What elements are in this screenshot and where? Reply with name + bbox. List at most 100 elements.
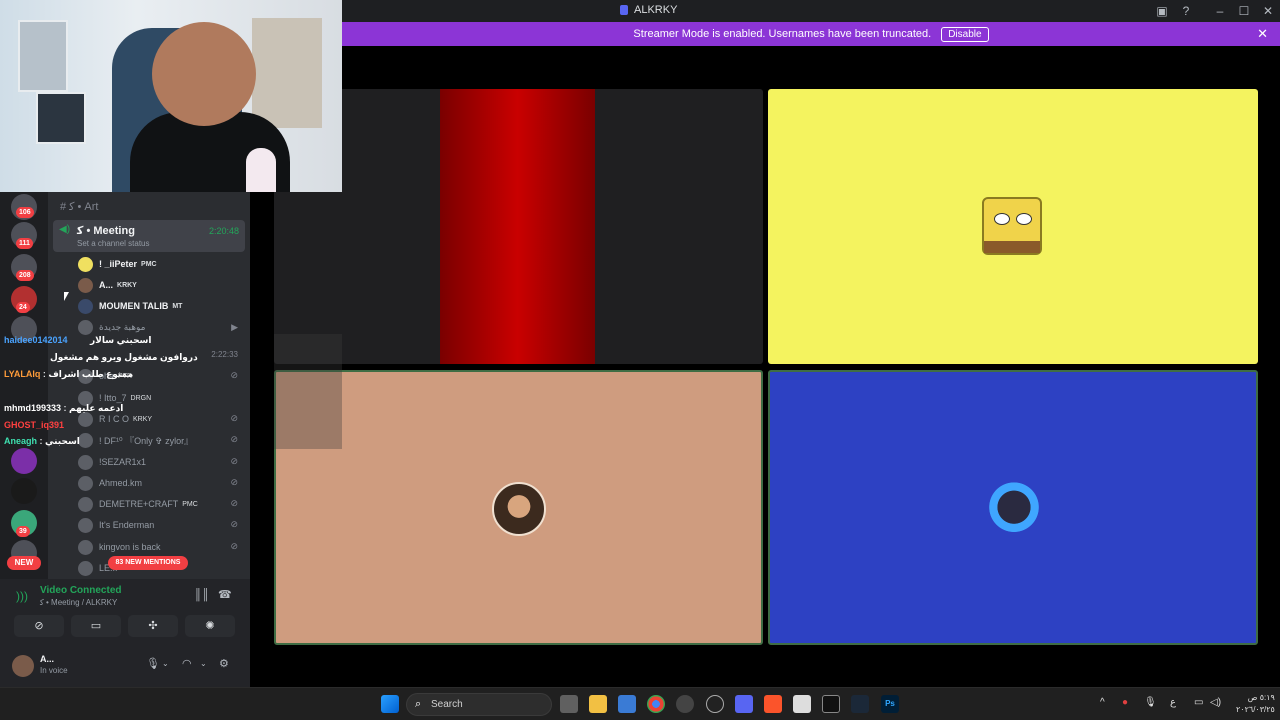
voice-user[interactable]: Ahmed.km xyxy=(78,473,142,493)
shared-screen-content xyxy=(440,89,595,364)
video-tile-anime-avatar[interactable] xyxy=(768,370,1258,645)
server-icon[interactable] xyxy=(11,478,37,504)
app-logo-icon xyxy=(620,5,628,15)
avatar xyxy=(78,517,93,533)
voice-user[interactable]: !SEZAR1x1 xyxy=(78,452,146,472)
windows-start-icon[interactable] xyxy=(381,695,399,713)
sponge-avatar-icon xyxy=(982,197,1042,255)
store-icon[interactable] xyxy=(618,695,636,713)
microphone-icon[interactable]: 🎙 xyxy=(146,657,160,670)
task-view-icon[interactable] xyxy=(560,695,578,713)
chevron-down-icon[interactable]: ⌄ xyxy=(200,659,207,668)
voice-user[interactable]: kingvon is back xyxy=(78,537,161,557)
network-icon[interactable]: ▭ xyxy=(1194,697,1203,708)
capcut-icon[interactable] xyxy=(822,695,840,713)
brave-icon[interactable] xyxy=(764,695,782,713)
windows-taskbar: ⌕ Search Ps ^ ● 🎙 ع ▭ ◁) ٥:١٩ ص ٢٠٢٦/٠٣/… xyxy=(0,687,1280,720)
window-title: ALKRKY xyxy=(620,4,677,16)
hash-icon: # xyxy=(60,201,70,213)
voice-user[interactable]: DEMETRE+CRAFT PMC xyxy=(78,494,198,514)
close-window-button[interactable]: ✕ xyxy=(1256,4,1280,18)
photoshop-icon[interactable]: Ps xyxy=(881,695,899,713)
chat-line: اسحبني سالار xyxy=(90,335,152,345)
background-shelf xyxy=(252,18,322,128)
app-icon[interactable] xyxy=(676,695,694,713)
soundboard-button[interactable]: ✺ xyxy=(185,615,235,637)
microphone-icon[interactable]: 🎙 xyxy=(1144,697,1157,708)
avatar xyxy=(492,482,546,536)
streamer-face xyxy=(152,22,256,126)
chat-line: mhmd199333 : ادعمه عليهم xyxy=(4,403,124,413)
avatar xyxy=(78,256,93,272)
channel-timer: 2:20:48 xyxy=(208,226,239,236)
avatar xyxy=(987,482,1041,538)
video-tile-screen-share[interactable] xyxy=(274,89,763,364)
gear-icon[interactable]: ⚙ xyxy=(219,657,229,670)
noise-suppression-icon[interactable]: ║║ xyxy=(194,589,210,601)
chat-line: Aneagh : اسحبني xyxy=(4,436,80,446)
voice-status-subtitle[interactable]: ﮐ • Meeting / ALKRKY xyxy=(40,598,117,607)
chrome-icon[interactable] xyxy=(647,695,665,713)
voice-status-title[interactable]: Video Connected xyxy=(40,585,122,596)
chat-line: GHOST_iq391 xyxy=(4,420,65,430)
inbox-icon[interactable]: ▣ xyxy=(1155,4,1169,18)
voice-user[interactable]: A... KRKY xyxy=(78,275,137,295)
mouse-cursor-icon xyxy=(64,292,69,301)
server-badge: 208 xyxy=(16,270,34,281)
video-tile-user-avatar[interactable] xyxy=(274,370,763,645)
deafened-icon: ⊘ xyxy=(230,477,238,487)
taskbar-search[interactable]: ⌕ Search xyxy=(406,693,552,716)
new-servers-pill[interactable]: NEW xyxy=(7,556,41,570)
steam-icon[interactable] xyxy=(851,695,869,713)
file-explorer-icon[interactable] xyxy=(589,695,607,713)
channel-art[interactable]: # ﮐ • Art xyxy=(60,200,98,213)
username[interactable]: A... xyxy=(40,654,54,664)
server-badge: 39 xyxy=(16,526,30,537)
chat-overlay-backdrop xyxy=(274,334,342,449)
app-icon[interactable] xyxy=(793,695,811,713)
maximize-button[interactable]: ☐ xyxy=(1232,4,1256,18)
server-badge: 24 xyxy=(16,302,30,313)
discord-icon[interactable] xyxy=(735,695,753,713)
channel-status[interactable]: Set a channel status xyxy=(77,239,150,248)
deafened-icon: ⊘ xyxy=(230,541,238,551)
screen-share-button[interactable]: ▭ xyxy=(71,615,121,637)
avatar xyxy=(78,496,93,512)
voice-user[interactable]: MOUMEN TALIB MT xyxy=(78,296,182,316)
video-tile-sponge-avatar[interactable] xyxy=(768,89,1258,364)
avatar xyxy=(78,560,93,576)
close-icon[interactable]: ✕ xyxy=(1257,26,1268,42)
language-icon[interactable]: ع xyxy=(1170,697,1176,708)
minimize-button[interactable]: – xyxy=(1208,4,1232,18)
chevron-down-icon[interactable]: ⌄ xyxy=(162,659,169,668)
help-icon[interactable]: ? xyxy=(1179,4,1193,18)
record-icon[interactable]: ● xyxy=(1122,697,1128,708)
wall-plaque xyxy=(18,20,68,92)
avatar xyxy=(78,277,93,293)
wall-plaque xyxy=(36,92,86,144)
camera-toggle-button[interactable]: ⊘ xyxy=(14,615,64,637)
volume-icon[interactable]: ◁) xyxy=(1210,697,1221,708)
signal-icon[interactable]: ))) xyxy=(16,589,28,603)
obs-icon[interactable] xyxy=(706,695,724,713)
taskbar-clock[interactable]: ٥:١٩ ص ٢٠٢٦/٠٣/٢٥ xyxy=(1236,692,1275,716)
disconnect-icon[interactable]: ☎ xyxy=(218,588,232,601)
chat-line: LYALAlq : ممنوع طلب اشراف xyxy=(4,369,134,379)
activities-icon: ✣ xyxy=(148,620,158,632)
banner-text: Streamer Mode is enabled. Usernames have… xyxy=(633,28,932,40)
new-mentions-pill[interactable]: 83 NEW MENTIONS xyxy=(108,556,188,570)
headphones-icon[interactable]: ◠ xyxy=(182,657,192,670)
window-controls: – ☐ ✕ xyxy=(1208,0,1280,22)
speaker-icon: ◀) xyxy=(59,224,71,235)
server-icon[interactable] xyxy=(11,448,37,474)
avatar[interactable] xyxy=(12,655,34,677)
avatar xyxy=(78,454,93,470)
activities-button[interactable]: ✣ xyxy=(128,615,178,637)
deafened-icon: ⊘ xyxy=(230,456,238,466)
voice-channel-meeting[interactable]: ◀) ﮐ • Meeting Set a channel status 2:20… xyxy=(53,220,245,252)
stream-chat-overlay: اسحبني سالار haidee0142014 دروافون مشغول… xyxy=(0,330,250,450)
chevron-up-icon[interactable]: ^ xyxy=(1100,697,1105,708)
voice-user[interactable]: It's Enderman xyxy=(78,515,154,535)
disable-streamer-mode-button[interactable]: Disable xyxy=(941,26,989,42)
voice-user[interactable]: ! _iiPeter PMC xyxy=(78,254,157,274)
